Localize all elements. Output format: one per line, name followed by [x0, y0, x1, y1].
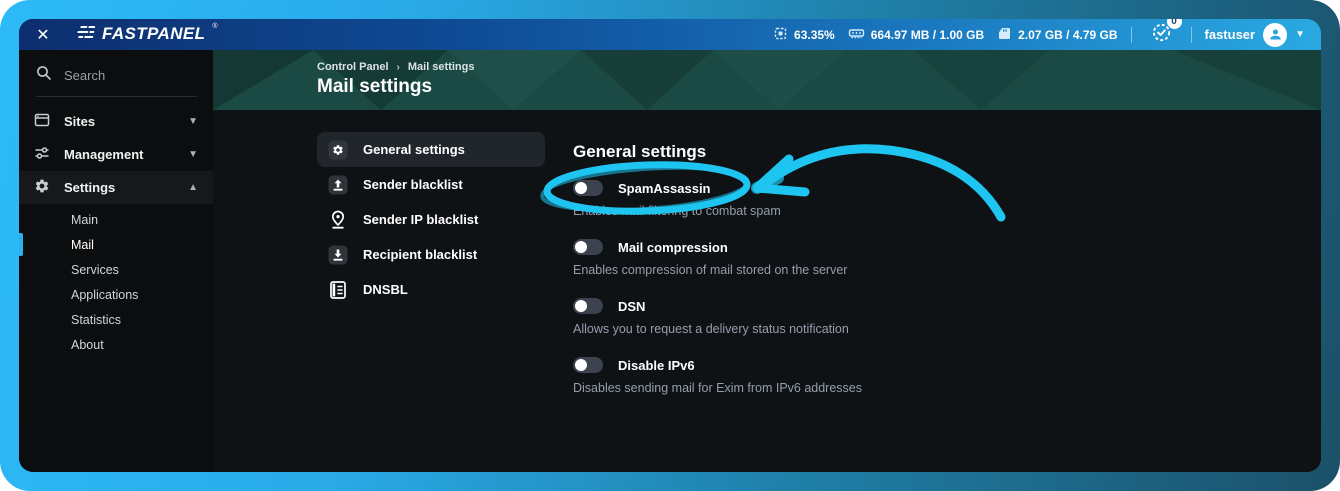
nav-item-general-settings[interactable]: General settings	[317, 132, 545, 167]
equalizer-icon	[75, 24, 95, 45]
disk-usage-stat: 2.07 GB / 4.79 GB	[997, 26, 1117, 44]
topbar-divider	[1131, 27, 1132, 43]
ram-usage-value: 664.97 MB / 1.00 GB	[871, 28, 984, 42]
pin-drop-icon	[327, 209, 349, 231]
toggle-label: Disable IPv6	[618, 358, 695, 373]
nav-item-sender-blacklist[interactable]: Sender blacklist	[317, 167, 545, 202]
notification-count-badge: 0	[1167, 19, 1182, 29]
breadcrumb: Control Panel › Mail settings	[317, 61, 474, 73]
sidebar-subitem-statistics[interactable]: Statistics	[19, 307, 213, 332]
close-icon[interactable]: ✕	[31, 23, 55, 47]
nav-item-label: Sender blacklist	[363, 177, 463, 192]
gear-icon	[34, 178, 50, 197]
sidebar-subitem-main[interactable]: Main	[19, 207, 213, 232]
chevron-up-icon: ▲	[188, 182, 198, 193]
pending-tasks-clock-icon	[1151, 30, 1172, 47]
sidebar-item-settings[interactable]: Settings ▲	[19, 171, 213, 204]
app-window: ✕ FASTPANEL ®	[19, 19, 1321, 472]
mail-compression-row: Mail compression	[573, 239, 1093, 255]
gear-icon	[327, 139, 349, 161]
download-icon	[327, 244, 349, 266]
sidebar-search	[36, 65, 197, 97]
sidebar-subitem-services[interactable]: Services	[19, 257, 213, 282]
user-menu[interactable]: fastuser ▼	[1205, 23, 1305, 47]
sidebar-item-management[interactable]: Management ▼	[19, 138, 213, 171]
mail-settings-nav: General settings Sender blacklist	[317, 132, 545, 307]
chevron-down-icon: ▼	[1295, 29, 1305, 40]
screenshot-root: { "topbar": { "brand": "FASTPANEL", "bra…	[0, 0, 1340, 491]
subitem-label: Applications	[71, 288, 138, 302]
chevron-down-icon: ▼	[188, 116, 198, 127]
sidebar-subitem-mail[interactable]: Mail	[19, 232, 213, 257]
content-area: General settings Sender blacklist	[213, 110, 1321, 472]
page-header: Control Panel › Mail settings Mail setti…	[213, 50, 1321, 110]
dsn-row: DSN	[573, 298, 1093, 314]
subitem-label: Main	[71, 213, 98, 227]
toggle-label: SpamAssassin	[618, 181, 711, 196]
topbar-status-area: 63.35% 664.97 MB / 1.00 GB	[773, 22, 1305, 48]
toggle-label: Mail compression	[618, 240, 728, 255]
ram-usage-stat: 664.97 MB / 1.00 GB	[848, 27, 984, 43]
disable-ipv6-row: Disable IPv6	[573, 357, 1093, 373]
mail-compression-toggle[interactable]	[573, 239, 603, 255]
cpu-icon	[773, 26, 788, 44]
toggle-description: Allows you to request a delivery status …	[573, 322, 1093, 336]
cpu-usage-stat: 63.35%	[773, 26, 835, 44]
search-icon	[36, 65, 52, 86]
nav-item-sender-ip-blacklist[interactable]: Sender IP blacklist	[317, 202, 545, 237]
browser-icon	[34, 112, 50, 131]
cpu-usage-value: 63.35%	[794, 28, 835, 42]
ram-icon	[848, 27, 865, 43]
sidebar-subitem-applications[interactable]: Applications	[19, 282, 213, 307]
chevron-down-icon: ▼	[188, 149, 198, 160]
nav-item-label: General settings	[363, 142, 465, 157]
brand-logo[interactable]: FASTPANEL ®	[75, 24, 218, 45]
toggle-label: DSN	[618, 299, 645, 314]
general-settings-section: General settings SpamAssassin Enables ma…	[573, 142, 1093, 416]
sidebar-item-label: Sites	[64, 114, 188, 129]
sidebar-item-label: Settings	[64, 180, 188, 195]
nav-item-label: DNSBL	[363, 282, 408, 297]
subitem-label: About	[71, 338, 104, 352]
list-book-icon	[327, 279, 349, 301]
spamassassin-row: SpamAssassin	[573, 180, 1093, 196]
registered-mark: ®	[212, 23, 217, 30]
breadcrumb-mail-settings: Mail settings	[408, 61, 475, 73]
spamassassin-toggle[interactable]	[573, 180, 603, 196]
subitem-label: Mail	[71, 238, 94, 252]
settings-submenu: Main Mail Services Applications Statisti…	[19, 204, 213, 363]
page-title: Mail settings	[317, 76, 432, 98]
nav-item-label: Sender IP blacklist	[363, 212, 478, 227]
nav-item-dnsbl[interactable]: DNSBL	[317, 272, 545, 307]
sidebar-subitem-about[interactable]: About	[19, 332, 213, 357]
tune-icon	[34, 145, 50, 164]
sidebar-item-label: Management	[64, 147, 188, 162]
nav-item-label: Recipient blacklist	[363, 247, 477, 262]
main-area: Control Panel › Mail settings Mail setti…	[213, 50, 1321, 472]
section-heading: General settings	[573, 142, 1093, 162]
toggle-description: Disables sending mail for Exim from IPv6…	[573, 381, 1093, 395]
sidebar-item-sites[interactable]: Sites ▼	[19, 105, 213, 138]
toggle-description: Enables mail filtering to combat spam	[573, 204, 1093, 218]
breadcrumb-control-panel[interactable]: Control Panel	[317, 61, 389, 73]
brand-name: FASTPANEL	[102, 24, 205, 44]
subitem-label: Services	[71, 263, 119, 277]
disk-usage-value: 2.07 GB / 4.79 GB	[1018, 28, 1117, 42]
nav-item-recipient-blacklist[interactable]: Recipient blacklist	[317, 237, 545, 272]
breadcrumb-separator-icon: ›	[397, 62, 400, 73]
topbar-divider	[1191, 27, 1192, 43]
disable-ipv6-toggle[interactable]	[573, 357, 603, 373]
search-input[interactable]	[64, 68, 184, 83]
topbar: ✕ FASTPANEL ®	[19, 19, 1321, 50]
username-label: fastuser	[1205, 27, 1256, 42]
disk-icon	[997, 26, 1012, 44]
upload-icon	[327, 174, 349, 196]
toggle-description: Enables compression of mail stored on th…	[573, 263, 1093, 277]
subitem-label: Statistics	[71, 313, 121, 327]
sidebar-menu: Sites ▼ Management ▼	[19, 105, 213, 363]
dsn-toggle[interactable]	[573, 298, 603, 314]
sidebar: Sites ▼ Management ▼	[19, 50, 213, 472]
tasks-notification-button[interactable]: 0	[1151, 22, 1172, 48]
avatar	[1263, 23, 1287, 47]
